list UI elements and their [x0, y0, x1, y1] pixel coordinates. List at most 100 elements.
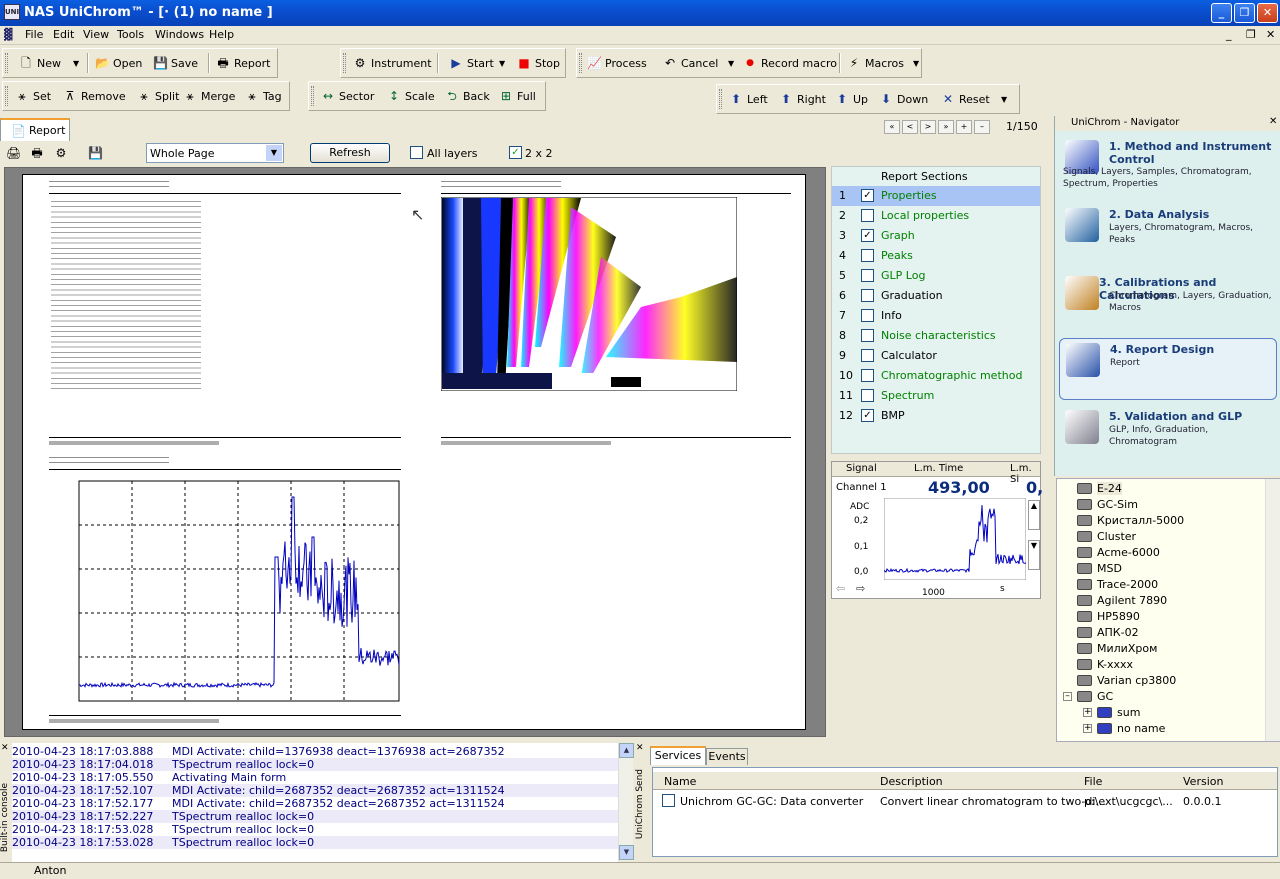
- tree-item[interactable]: Trace-2000: [1077, 576, 1158, 592]
- section-checkbox[interactable]: [861, 289, 874, 302]
- menu-tools[interactable]: Tools: [117, 28, 144, 41]
- minimize-button[interactable]: _: [1211, 3, 1232, 23]
- menu-file[interactable]: File: [25, 28, 43, 41]
- table-row[interactable]: Unichrom GC-GC: Data converter Convert l…: [653, 793, 1277, 809]
- new-button[interactable]: 🗋 New: [19, 49, 61, 77]
- section-row[interactable]: 1 ✓ Properties: [832, 186, 1040, 206]
- section-checkbox[interactable]: [861, 269, 874, 282]
- section-checkbox[interactable]: [861, 309, 874, 322]
- section-row[interactable]: 11 Spectrum: [832, 386, 1040, 406]
- record-macro-button[interactable]: ● Record macro: [743, 49, 837, 77]
- zoom-out-page-button[interactable]: –: [974, 120, 990, 134]
- start-dropdown-arrow[interactable]: ▼: [499, 59, 505, 68]
- next-page-button[interactable]: >: [920, 120, 936, 134]
- prev-page-button[interactable]: <: [902, 120, 918, 134]
- instrument-button[interactable]: ⚙ Instrument: [353, 49, 432, 77]
- down-button[interactable]: ⬇ Down: [879, 85, 928, 113]
- section-checkbox[interactable]: [861, 369, 874, 382]
- macros-button[interactable]: ⚡ Macros: [847, 49, 904, 77]
- nav-item-2[interactable]: 2. Data Analysis Layers, Chromatogram, Ma…: [1059, 204, 1277, 266]
- service-checkbox[interactable]: [662, 794, 675, 807]
- section-row[interactable]: 5 GLP Log: [832, 266, 1040, 286]
- section-row[interactable]: 9 Calculator: [832, 346, 1040, 366]
- remove-button[interactable]: ⊼ Remove: [63, 82, 126, 110]
- tree-item[interactable]: Varian cp3800: [1077, 672, 1176, 688]
- open-button[interactable]: 📂 Open: [95, 49, 142, 77]
- nav-item-4[interactable]: 4. Report Design Report: [1059, 338, 1277, 400]
- stop-button[interactable]: ■ Stop: [517, 49, 560, 77]
- section-checkbox[interactable]: ✓: [861, 229, 874, 242]
- new-dropdown-arrow[interactable]: ▼: [73, 59, 79, 68]
- section-row[interactable]: 10 Chromatographic method: [832, 366, 1040, 386]
- zoom-in-page-button[interactable]: +: [956, 120, 972, 134]
- scroll-down-icon[interactable]: ▼: [619, 845, 634, 860]
- collapse-icon[interactable]: –: [1063, 691, 1072, 701]
- tab-events[interactable]: Events: [706, 748, 748, 765]
- scroll-up-icon[interactable]: ▲: [619, 743, 634, 758]
- tree-item[interactable]: + no name: [1083, 720, 1165, 736]
- close-button[interactable]: ✕: [1257, 3, 1278, 23]
- section-checkbox[interactable]: ✓: [861, 189, 874, 202]
- tree-item[interactable]: АПК-02: [1077, 624, 1139, 640]
- tag-button[interactable]: ⚹ Tag: [245, 82, 281, 110]
- split-button[interactable]: ⚹ Split: [137, 82, 179, 110]
- up-button[interactable]: ⬆ Up: [835, 85, 868, 113]
- section-checkbox[interactable]: [861, 389, 874, 402]
- section-checkbox[interactable]: [861, 209, 874, 222]
- save-button[interactable]: 💾 Save: [153, 49, 198, 77]
- section-row[interactable]: 3 ✓ Graph: [832, 226, 1040, 246]
- menu-help[interactable]: Help: [209, 28, 234, 41]
- col-name[interactable]: Name: [664, 775, 696, 788]
- app-icon[interactable]: UNI: [4, 4, 20, 20]
- nav-item-1[interactable]: 1. Method and Instrument Control Signals,…: [1059, 136, 1277, 198]
- tree-item[interactable]: HP5890: [1077, 608, 1140, 624]
- section-row[interactable]: 6 Graduation: [832, 286, 1040, 306]
- tree-item[interactable]: Agilent 7890: [1077, 592, 1167, 608]
- section-row[interactable]: 12 ✓ BMP: [832, 406, 1040, 426]
- expand-icon[interactable]: +: [1083, 707, 1092, 717]
- col-description[interactable]: Description: [880, 775, 943, 788]
- section-row[interactable]: 7 Info: [832, 306, 1040, 326]
- tree-item[interactable]: + sum: [1083, 704, 1140, 720]
- tree-item[interactable]: Кристалл-5000: [1077, 512, 1184, 528]
- expand-icon[interactable]: +: [1083, 723, 1092, 733]
- print-icon[interactable]: 🖶: [30, 146, 44, 160]
- process-button[interactable]: 📈 Process: [587, 49, 647, 77]
- refresh-button[interactable]: Refresh: [310, 143, 390, 163]
- navigator-close-icon[interactable]: ✕: [1269, 116, 1277, 127]
- tree-item[interactable]: K-xxxx: [1077, 656, 1133, 672]
- tree-item[interactable]: MSD: [1077, 560, 1122, 576]
- mdi-close-button[interactable]: ✕: [1266, 28, 1275, 41]
- scroll-up-icon[interactable]: ▲: [1028, 500, 1040, 530]
- col-version[interactable]: Version: [1183, 775, 1223, 788]
- next-arrow-icon[interactable]: ⇨: [856, 582, 865, 595]
- section-checkbox[interactable]: [861, 349, 874, 362]
- nav-item-5[interactable]: 5. Validation and GLP GLP, Info, Graduati…: [1059, 406, 1277, 468]
- nav-item-3[interactable]: 3. Calibrations and Calculations Chromato…: [1059, 272, 1277, 334]
- section-row[interactable]: 4 Peaks: [832, 246, 1040, 266]
- tree-item[interactable]: Acme-6000: [1077, 544, 1160, 560]
- cancel-button[interactable]: ↶ Cancel: [663, 49, 718, 77]
- all-layers-checkbox[interactable]: [410, 146, 423, 159]
- chevron-down-icon[interactable]: ▼: [266, 145, 282, 161]
- sector-button[interactable]: ↔ Sector: [321, 82, 374, 110]
- cancel-dropdown-arrow[interactable]: ▼: [728, 59, 734, 68]
- tree-item[interactable]: GC-Sim: [1077, 496, 1138, 512]
- menu-windows[interactable]: Windows: [155, 28, 204, 41]
- console-scrollbar[interactable]: ▲ ▼: [618, 743, 634, 861]
- mdi-doc-icon[interactable]: ▓: [4, 28, 12, 41]
- menu-edit[interactable]: Edit: [53, 28, 74, 41]
- last-page-button[interactable]: »: [938, 120, 954, 134]
- tree-item[interactable]: МилиХром: [1077, 640, 1157, 656]
- maximize-button[interactable]: ❐: [1234, 3, 1255, 23]
- tab-report[interactable]: 📄 Report: [0, 118, 70, 141]
- mdi-restore-button[interactable]: ❐: [1246, 28, 1256, 41]
- full-button[interactable]: ⊞ Full: [499, 82, 536, 110]
- right-button[interactable]: ⬆ Right: [779, 85, 826, 113]
- scroll-down-icon[interactable]: ▼: [1028, 540, 1040, 570]
- console-log[interactable]: 2010-04-23 18:17:03.888 MDI Activate: chi…: [12, 743, 618, 863]
- macros-dropdown-arrow[interactable]: ▼: [913, 59, 919, 68]
- mdi-minimize-button[interactable]: _: [1226, 28, 1232, 41]
- section-row[interactable]: 8 Noise characteristics: [832, 326, 1040, 346]
- section-checkbox[interactable]: ✓: [861, 409, 874, 422]
